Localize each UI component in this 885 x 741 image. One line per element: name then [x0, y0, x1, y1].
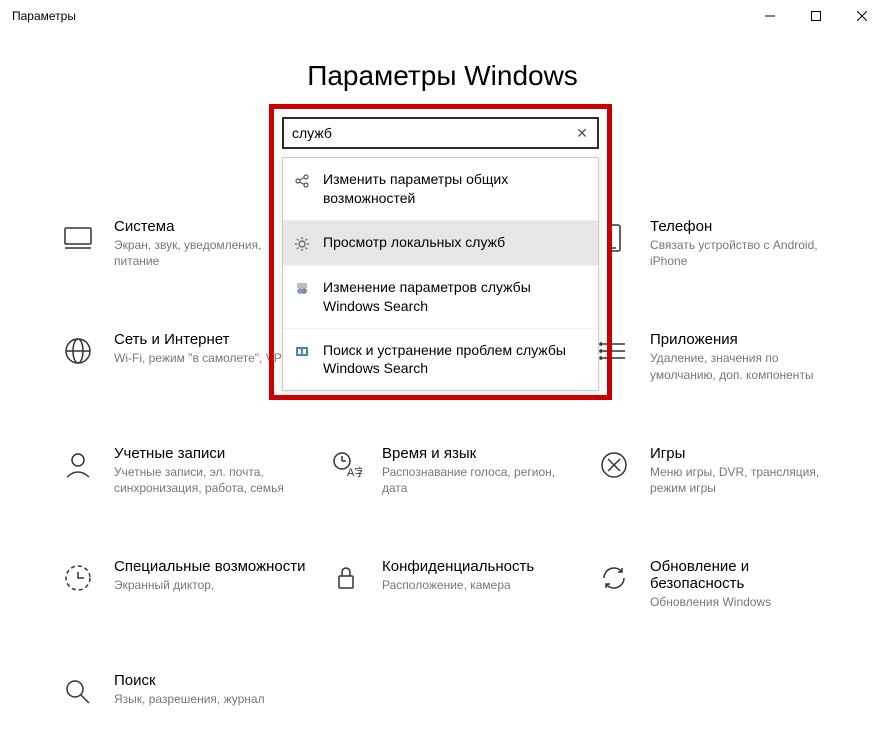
category-desc: Связать устройство с Android, iPhone [650, 237, 846, 269]
troubleshoot-icon [293, 343, 311, 361]
search-suggestions: Изменить параметры общих возможностей Про… [282, 157, 599, 391]
update-icon [596, 560, 632, 596]
category-desc: Расположение, камера [382, 577, 534, 593]
category-title: Специальные возможности [114, 558, 306, 575]
gaming-icon [596, 447, 632, 483]
page-title: Параметры Windows [0, 60, 885, 92]
phone-icon [596, 220, 632, 256]
category-desc: Wi-Fi, режим "в самолете", VPN [114, 350, 290, 366]
apps-icon [596, 333, 632, 369]
time-lang-icon: A字 [328, 447, 364, 483]
maximize-button[interactable] [793, 0, 839, 32]
search-cat-icon [60, 674, 96, 710]
services-icon [293, 235, 311, 253]
category-apps[interactable]: Приложения Удаление, значения по умолчани… [596, 331, 846, 382]
search-box[interactable]: ✕ [282, 117, 599, 149]
clear-search-button[interactable]: ✕ [567, 125, 597, 142]
share-settings-icon [293, 172, 311, 190]
category-desc: Язык, разрешения, журнал [114, 691, 265, 707]
search-service-icon [293, 280, 311, 298]
category-desc: Удаление, значения по умолчанию, доп. ко… [650, 350, 846, 382]
close-button[interactable] [839, 0, 885, 32]
close-icon: ✕ [576, 125, 588, 142]
minimize-button[interactable] [747, 0, 793, 32]
category-ease[interactable]: Специальные возможности Экранный диктор, [60, 558, 310, 610]
category-title: Игры [650, 445, 846, 462]
category-desc: Экран, звук, уведомления, питание [114, 237, 310, 269]
category-title: Приложения [650, 331, 846, 348]
system-icon [60, 220, 96, 256]
category-desc: Распознавание голоса, регион, дата [382, 464, 578, 496]
category-time-lang[interactable]: A字 Время и язык Распознавание голоса, реги… [328, 445, 578, 496]
category-desc: Учетные записи, эл. почта, синхронизация… [114, 464, 310, 496]
category-gaming[interactable]: Игры Меню игры, DVR, трансляция, режим иг… [596, 445, 846, 496]
category-phone[interactable]: Телефон Связать устройство с Android, iPh… [596, 218, 846, 269]
category-desc: Экранный диктор, [114, 577, 306, 593]
category-title: Телефон [650, 218, 846, 235]
category-system[interactable]: Система Экран, звук, уведомления, питание [60, 218, 310, 269]
suggestion-item[interactable]: Изменение параметров службы Windows Sear… [283, 266, 598, 329]
suggestion-label: Изменить параметры общих возможностей [323, 170, 588, 208]
category-title: Поиск [114, 672, 265, 689]
search-input[interactable] [284, 119, 567, 147]
network-icon [60, 333, 96, 369]
accounts-icon [60, 447, 96, 483]
category-title: Обновление и безопасность [650, 558, 846, 592]
window-controls [747, 0, 885, 32]
category-update[interactable]: Обновление и безопасность Обновления Wind… [596, 558, 846, 610]
suggestion-item[interactable]: Изменить параметры общих возможностей [283, 158, 598, 221]
category-title: Сеть и Интернет [114, 331, 290, 348]
titlebar: Параметры [0, 0, 885, 32]
window-title: Параметры [12, 9, 76, 23]
search-container: ✕ Изменить параметры общих возможностей П… [282, 117, 599, 391]
suggestion-label: Просмотр локальных служб [323, 233, 505, 252]
category-accounts[interactable]: Учетные записи Учетные записи, эл. почта,… [60, 445, 310, 496]
privacy-icon [328, 560, 364, 596]
category-desc: Меню игры, DVR, трансляция, режим игры [650, 464, 846, 496]
ease-icon [60, 560, 96, 596]
category-title: Время и язык [382, 445, 578, 462]
category-privacy[interactable]: Конфиденциальность Расположение, камера [328, 558, 578, 610]
category-desc: Обновления Windows [650, 594, 846, 610]
suggestion-label: Изменение параметров службы Windows Sear… [323, 278, 588, 316]
suggestion-item[interactable]: Поиск и устранение проблем службы Window… [283, 329, 598, 391]
suggestion-label: Поиск и устранение проблем службы Window… [323, 341, 588, 379]
category-search-cat[interactable]: Поиск Язык, разрешения, журнал [60, 672, 310, 710]
category-network[interactable]: Сеть и Интернет Wi-Fi, режим "в самолете"… [60, 331, 310, 382]
category-title: Учетные записи [114, 445, 310, 462]
svg-text:A字: A字 [347, 465, 362, 479]
suggestion-item[interactable]: Просмотр локальных служб [283, 221, 598, 266]
category-title: Конфиденциальность [382, 558, 534, 575]
category-title: Система [114, 218, 310, 235]
